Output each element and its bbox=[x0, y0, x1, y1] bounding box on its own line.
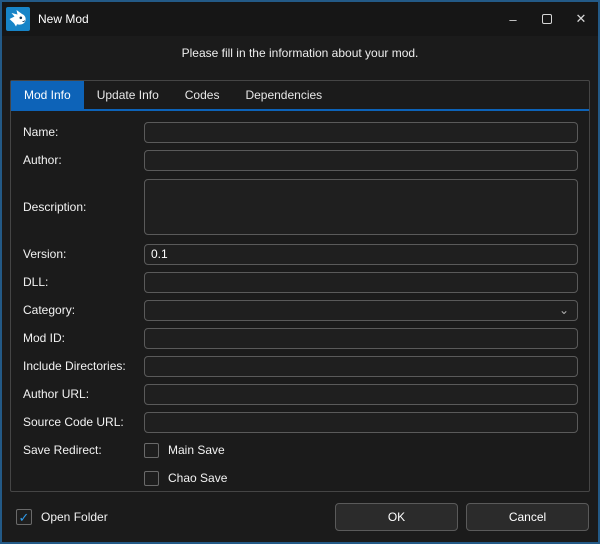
mod-id-label: Mod ID: bbox=[11, 331, 144, 345]
open-folder-checkbox[interactable]: Open Folder bbox=[16, 509, 108, 525]
new-mod-dialog: New Mod – ✕ Please fill in the informati… bbox=[0, 0, 600, 544]
version-label: Version: bbox=[11, 247, 144, 261]
dialog-subtitle: Please fill in the information about you… bbox=[2, 42, 598, 64]
tab-strip: Mod Info Update Info Codes Dependencies bbox=[11, 81, 589, 111]
author-label: Author: bbox=[11, 153, 144, 167]
maximize-button[interactable] bbox=[530, 2, 564, 36]
source-code-url-label: Source Code URL: bbox=[11, 415, 144, 429]
main-save-checkbox[interactable]: Main Save bbox=[144, 443, 225, 458]
chevron-down-icon: ⌄ bbox=[559, 302, 569, 319]
author-input[interactable] bbox=[144, 150, 578, 171]
dialog-footer: Open Folder OK Cancel bbox=[2, 492, 598, 542]
ok-button[interactable]: OK bbox=[335, 503, 458, 531]
author-url-label: Author URL: bbox=[11, 387, 144, 401]
form-row-include-directories: Include Directories: bbox=[11, 352, 589, 380]
minimize-icon: – bbox=[509, 12, 516, 27]
tab-mod-info[interactable]: Mod Info bbox=[11, 81, 84, 109]
save-redirect-label: Save Redirect: bbox=[11, 443, 144, 457]
include-directories-label: Include Directories: bbox=[11, 359, 144, 373]
form-row-dll: DLL: bbox=[11, 268, 589, 296]
mod-info-panel: Mod Info Update Info Codes Dependencies … bbox=[10, 80, 590, 492]
mod-info-form: Name: Author: Description: Version: DLL: bbox=[11, 111, 589, 492]
chao-save-checkbox[interactable]: Chao Save bbox=[144, 471, 227, 486]
main-save-label: Main Save bbox=[168, 443, 225, 457]
category-label: Category: bbox=[11, 303, 144, 317]
form-row-save-redirect-chao: Chao Save bbox=[11, 464, 589, 492]
author-url-input[interactable] bbox=[144, 384, 578, 405]
category-select[interactable]: ⌄ bbox=[144, 300, 578, 321]
cancel-button[interactable]: Cancel bbox=[466, 503, 589, 531]
form-row-name: Name: bbox=[11, 118, 589, 146]
tab-codes[interactable]: Codes bbox=[172, 81, 233, 109]
form-row-description: Description: bbox=[11, 174, 589, 240]
form-row-author: Author: bbox=[11, 146, 589, 174]
close-button[interactable]: ✕ bbox=[564, 2, 598, 36]
minimize-button[interactable]: – bbox=[496, 2, 530, 36]
description-label: Description: bbox=[11, 200, 144, 214]
description-input[interactable] bbox=[144, 179, 578, 235]
include-directories-input[interactable] bbox=[144, 356, 578, 377]
name-input[interactable] bbox=[144, 122, 578, 143]
dll-label: DLL: bbox=[11, 275, 144, 289]
maximize-icon bbox=[542, 14, 552, 24]
tab-update-info[interactable]: Update Info bbox=[84, 81, 172, 109]
close-icon: ✕ bbox=[576, 11, 587, 27]
dll-input[interactable] bbox=[144, 272, 578, 293]
title-bar: New Mod – ✕ bbox=[2, 2, 598, 36]
form-row-author-url: Author URL: bbox=[11, 380, 589, 408]
form-row-save-redirect-main: Save Redirect: Main Save bbox=[11, 436, 589, 464]
open-folder-label: Open Folder bbox=[41, 510, 108, 524]
form-row-version: Version: bbox=[11, 240, 589, 268]
main-save-checkbox-box[interactable] bbox=[144, 443, 159, 458]
name-label: Name: bbox=[11, 125, 144, 139]
form-row-mod-id: Mod ID: bbox=[11, 324, 589, 352]
mod-id-input[interactable] bbox=[144, 328, 578, 349]
version-input[interactable] bbox=[144, 244, 578, 265]
form-row-source-code-url: Source Code URL: bbox=[11, 408, 589, 436]
window-controls: – ✕ bbox=[496, 2, 598, 36]
window-title: New Mod bbox=[38, 12, 89, 26]
tab-dependencies[interactable]: Dependencies bbox=[232, 81, 335, 109]
form-row-category: Category: ⌄ bbox=[11, 296, 589, 324]
source-code-url-input[interactable] bbox=[144, 412, 578, 433]
footer-buttons: OK Cancel bbox=[335, 503, 589, 531]
chao-save-label: Chao Save bbox=[168, 471, 227, 485]
app-sonic-icon bbox=[6, 7, 30, 31]
chao-save-checkbox-box[interactable] bbox=[144, 471, 159, 486]
open-folder-checkbox-box[interactable] bbox=[16, 509, 32, 525]
